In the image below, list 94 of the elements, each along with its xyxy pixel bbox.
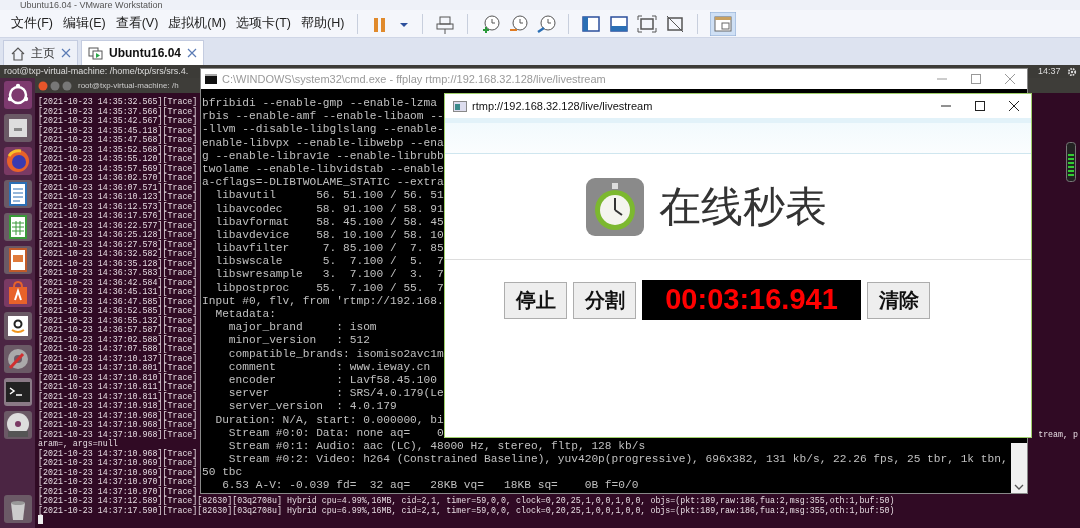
- terminal-line: [2021-10-23 14:36:37.583][Trace]: [38, 268, 198, 278]
- console-line: compatible_brands: isomiso2avc1m: [227, 347, 444, 361]
- window-title: root@txp-virtual-machine: /h: [78, 79, 179, 92]
- terminal-line: [2021-10-23 14:36:45.131][Trace]: [38, 287, 198, 297]
- window-title: C:\WINDOWS\system32\cmd.exe - ffplay rtmp://192.168.32.128/live/livestream: [222, 71, 606, 87]
- terminal-line: [2021-10-23 14:37:10.968][Trace]: [38, 410, 198, 420]
- console-line: -llvm --disable-libglslang --enable-: [202, 123, 444, 137]
- terminal-line: [2021-10-23 14:36:35.128][Trace]: [38, 258, 198, 268]
- terminal-line: [2021-10-23 14:37:10.968][Trace]: [38, 429, 198, 439]
- tab[interactable]: Ubuntu16.04: [81, 40, 204, 65]
- console-line: libavfilter 7. 85.100 / 7. 85: [214, 242, 444, 256]
- console-line: major_brand : isom: [227, 321, 377, 335]
- menu-item[interactable]: 文件(F): [6, 14, 58, 33]
- menu-item[interactable]: 查看(V): [110, 14, 164, 33]
- terminal-line: [2021-10-23 14:37:10.918][Trace]: [38, 401, 198, 411]
- console-line: bfribidi --enable-gmp --enable-lzma: [202, 97, 437, 111]
- console-line: rbis --enable-amf --enable-libaom --: [202, 110, 444, 124]
- menu-item[interactable]: 虚拟机(M): [163, 14, 232, 33]
- menu-item[interactable]: 选项卡(T): [231, 14, 297, 33]
- terminal-line: [2021-10-23 14:37:10.968][Trace]: [38, 448, 198, 458]
- app-heading: 在线秒表: [659, 182, 827, 232]
- terminal-line: [2021-10-23 14:35:42.567][Trace]: [38, 116, 198, 126]
- terminal-line: [2021-10-23 14:36:52.585][Trace]: [38, 306, 198, 316]
- terminal-line: [2021-10-23 14:36:47.585][Trace]: [38, 296, 198, 306]
- terminal-line: [2021-10-23 14:37:10.801][Trace]: [38, 363, 198, 373]
- terminal-line: [2021-10-23 14:35:57.569][Trace]: [38, 163, 198, 173]
- terminal-line: aram=, args=null: [38, 439, 118, 449]
- terminal-line: [2021-10-23 14:37:10.969][Trace]: [38, 458, 198, 468]
- console-line: libswresample 3. 7.100 / 3. 7: [214, 268, 444, 282]
- terminal-line: [2021-10-23 14:35:32.565][Trace]: [38, 97, 198, 107]
- console-line: comment : www.ieway.cn: [227, 360, 431, 374]
- console-line: libavformat 58. 45.100 / 58. 45: [214, 215, 444, 229]
- console-line: libswscale 5. 7.100 / 5. 7: [214, 255, 444, 269]
- terminal-line: [2021-10-23 14:36:32.582][Trace]: [38, 249, 198, 259]
- console-line: Duration: N/A, start: 0.000000, bi: [214, 413, 444, 427]
- terminal-line: [2021-10-23 14:37:10.970][Trace]: [38, 477, 198, 487]
- menu-item[interactable]: 帮助(H): [296, 14, 350, 33]
- terminal-line: [2021-10-23 14:36:07.571][Trace]: [38, 182, 198, 192]
- terminal-line: tream, p: [1038, 429, 1079, 439]
- console-line: a-cflags=-DLIBTWOLAME_STATIC --extra: [202, 176, 444, 190]
- terminal-line: [2021-10-23 14:35:55.120][Trace]: [38, 154, 198, 164]
- tab[interactable]: 主页: [3, 40, 78, 65]
- console-line: libpostproc 55. 7.100 / 55. 7: [214, 281, 444, 295]
- panel-title: root@txp-virtual-machine: /home/txp/srs/srs.4.: [4, 64, 189, 78]
- terminal-line: [2021-10-23 14:36:57.587][Trace]: [38, 325, 198, 335]
- console-line: Metadata:: [214, 308, 276, 322]
- console-line: g --enable-librav1e --enable-librubb: [202, 149, 444, 163]
- console-line: Stream #0:2: Video: h264 (Constrained Baseline), yuv420p(progressive), 696x382, 131 kb/s, 22.26 fps, 25 tbr, 1k tbn,: [227, 453, 1008, 467]
- terminal-line: [2021-10-23 14:37:10.137][Trace]: [38, 353, 198, 363]
- terminal-line: [2021-10-23 14:36:42.584][Trace]: [38, 277, 198, 287]
- terminal-line: [2021-10-23 14:37:02.588][Trace]: [38, 334, 198, 344]
- terminal-line: [2021-10-23 14:36:55.132][Trace]: [38, 315, 198, 325]
- terminal-line: [2021-10-23 14:37:10.969][Trace]: [38, 467, 198, 477]
- window-title: Ubuntu16.04 - VMware Workstation: [0, 0, 1080, 10]
- terminal-line: [2021-10-23 14:36:17.576][Trace]: [38, 211, 198, 221]
- time-display: 00:03:16.941: [642, 280, 861, 320]
- console-line: Input #0, flv, from 'rtmp://192.168.: [202, 294, 444, 308]
- terminal-line: [2021-10-23 14:37:07.588][Trace]: [38, 344, 198, 354]
- terminal-line: [2021-10-23 14:37:12.589][Trace][82630][03q2708u] Hybrid cpu=4.99%,16MB, cid=2,1, timer=59,0,0, clock=0,20,25,1,0,0,1,0,0, objs=(pkt:189,raw:186,fua:2,msg:355,oth:1,buf:50): [38, 496, 895, 506]
- stopwatch-button[interactable]: 清除: [867, 281, 930, 319]
- console-line: server : SRS/4.0.179(Le: [227, 387, 444, 401]
- terminal-line: [2021-10-23 14:36:02.570][Trace]: [38, 173, 198, 183]
- terminal-line: [2021-10-23 14:37:17.590][Trace][82630][03q2708u] Hybrid cpu=6.99%,16MB, cid=2,1, timer=59,0,0, clock=0,20,25,1,0,0,1,0,0, objs=(pkt:189,raw:186,fua:2,msg:355,oth:1,buf:50): [38, 505, 895, 515]
- console-line: twolame --enable-libvidstab --enable: [202, 162, 444, 177]
- stopwatch-button[interactable]: 分割: [573, 281, 636, 319]
- console-line: Stream #0:0: Data: none aq= 0: [227, 426, 444, 440]
- terminal-line: [2021-10-23 14:35:47.568][Trace]: [38, 135, 198, 145]
- console-line: libavcodec 58. 91.100 / 58. 91: [214, 202, 444, 216]
- terminal-line: [2021-10-23 14:36:10.123][Trace]: [38, 192, 198, 202]
- terminal-line: [2021-10-23 14:37:10.970][Trace]: [38, 486, 198, 496]
- terminal-line: [2021-10-23 14:37:10.811][Trace]: [38, 382, 198, 392]
- terminal-line: [2021-10-23 14:35:52.568][Trace]: [38, 144, 198, 154]
- console-line: minor_version : 512: [227, 334, 370, 348]
- console-line: server_version : 4.0.179: [227, 400, 397, 414]
- terminal-line: [2021-10-23 14:35:37.566][Trace]: [38, 106, 198, 116]
- console-line: Stream #0:1: Audio: aac (LC), 48000 Hz, stereo, fltp, 128 kb/s: [227, 439, 646, 454]
- terminal-line: [2021-10-23 14:36:25.128][Trace]: [38, 230, 198, 240]
- console-line: libavdevice 58. 10.100 / 58. 10: [214, 228, 444, 243]
- terminal-line: [2021-10-23 14:37:10.968][Trace]: [38, 420, 198, 430]
- console-line: 50 tbc: [202, 466, 243, 480]
- stopwatch-button[interactable]: 停止: [504, 281, 567, 319]
- terminal-line: [2021-10-23 14:36:22.577][Trace]: [38, 220, 198, 230]
- console-line: 6.53 A-V: -0.039 fd= 32 aq= 28KB vq= 18KB sq= 0B f=0/0: [221, 479, 639, 493]
- clock[interactable]: 14:37: [1038, 66, 1061, 77]
- terminal-line: [2021-10-23 14:36:27.578][Trace]: [38, 239, 198, 249]
- console-line: enable-libvpx --enable-libwebp --ena: [202, 136, 444, 150]
- menu-item[interactable]: 编辑(E): [57, 14, 111, 33]
- console-line: libavutil 56. 51.100 / 56. 51: [214, 189, 444, 203]
- terminal-line: [2021-10-23 14:37:10.810][Trace]: [38, 372, 198, 382]
- terminal-line: [2021-10-23 14:36:12.573][Trace]: [38, 201, 198, 211]
- window-title: rtmp://192.168.32.128/live/livestream: [472, 98, 653, 114]
- console-line: encoder : Lavf58.45.100: [227, 373, 437, 388]
- terminal-line: [2021-10-23 14:35:45.118][Trace]: [38, 125, 198, 135]
- terminal-line: [2021-10-23 14:37:10.811][Trace]: [38, 391, 198, 401]
